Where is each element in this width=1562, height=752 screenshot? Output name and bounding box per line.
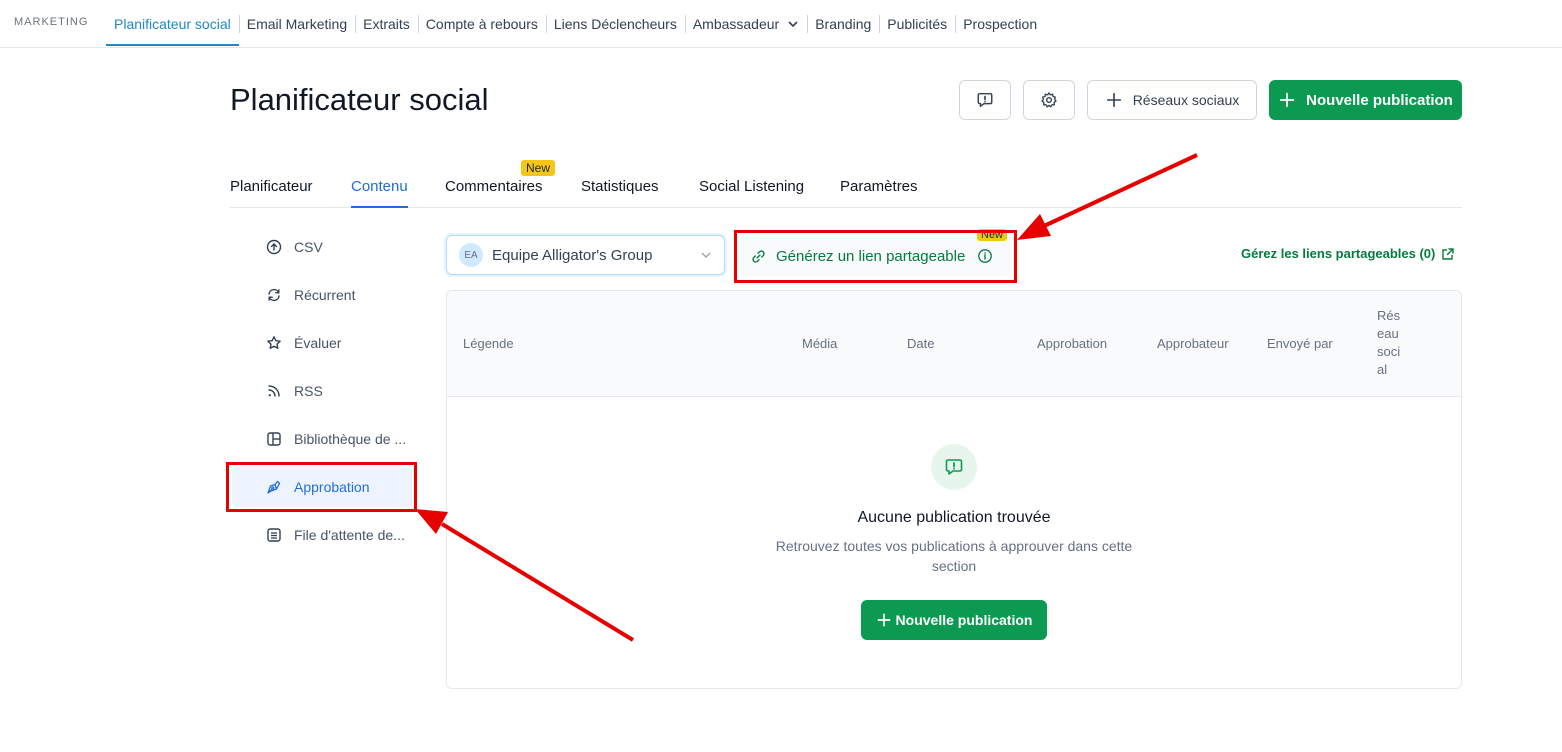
sidebar-item-label: Bibliothèque de ... [294,431,407,447]
nav-item-branding[interactable]: Branding [807,0,879,48]
sidebar-item-recurring[interactable]: Récurrent [232,275,412,315]
nav-item-prospecting[interactable]: Prospection [955,0,1045,48]
column-caption: Légende [463,336,514,351]
nav-item-snippets[interactable]: Extraits [355,0,418,48]
nav-item-trigger-links[interactable]: Liens Déclencheurs [545,0,685,48]
column-approver: Approbateur [1157,336,1229,351]
feedback-icon [977,92,993,108]
external-link-icon [1442,247,1455,260]
sidebar-item-label: Évaluer [294,335,342,351]
sidebar-item-queue[interactable]: File d'attente de... [232,515,412,555]
social-accounts-button[interactable]: Réseaux sociaux [1087,80,1257,120]
recurring-icon [268,288,280,302]
sidebar-item-csv[interactable]: CSV [232,227,412,267]
manage-share-links-link[interactable]: Gérez les liens partageables (0) [1241,246,1455,261]
feedback-button[interactable] [959,80,1011,120]
nav-item-email-marketing[interactable]: Email Marketing [238,0,355,48]
gear-icon [1041,92,1057,108]
sidebar-item-library[interactable]: Bibliothèque de ... [232,419,412,459]
nav-item-ads[interactable]: Publicités [879,0,955,48]
top-nav-items: Planificateur social Email Marketing Ext… [106,0,1045,48]
empty-new-post-label: Nouvelle publication [895,612,1033,628]
highlight-box-share-link [734,230,1017,283]
tab-statistics[interactable]: Statistiques [581,178,659,195]
column-approval: Approbation [1037,336,1108,351]
empty-state-icon [931,444,977,490]
sidebar-item-review[interactable]: Évaluer [232,323,412,363]
rss-icon [268,385,280,397]
content-tabs: Planificateur Contenu Commentaires New S… [230,160,1462,208]
sidebar-item-label: RSS [294,383,323,399]
empty-state-title: Aucune publication trouvée [857,509,1051,526]
empty-new-post-button[interactable]: Nouvelle publication [861,600,1047,640]
tab-content[interactable]: Contenu [351,178,408,208]
manage-links-label: Gérez les liens partageables (0) [1241,246,1436,261]
column-sent-by: Envoyé par [1267,336,1333,351]
new-post-button[interactable]: Nouvelle publication [1269,80,1462,120]
library-icon [267,432,281,446]
queue-list-icon [267,528,281,542]
table-header: Légende Média Date Approbation Approbate… [447,291,1461,397]
plus-icon [1106,92,1121,108]
nav-item-countdown[interactable]: Compte à rebours [417,0,546,48]
team-select-value: Equipe Alligator's Group [492,246,653,264]
column-media: Média [802,336,838,351]
empty-state-description: Retrouvez toutes vos publications à appr… [775,538,1133,574]
section-label: MARKETING [14,16,89,28]
settings-button[interactable] [1023,80,1075,120]
nav-item-ambassador[interactable]: Ambassadeur [684,0,807,48]
tab-comments[interactable]: Commentaires [445,178,543,195]
new-badge: New [521,160,556,176]
team-select[interactable]: EA Equipe Alligator's Group [446,235,725,275]
tab-settings[interactable]: Paramètres [840,178,918,195]
tab-planner[interactable]: Planificateur [230,178,313,195]
star-icon [267,336,281,349]
new-post-label: Nouvelle publication [1306,91,1453,109]
avatar: EA [459,243,483,267]
plus-icon [877,613,891,627]
upload-circle-icon [266,239,282,255]
column-social-network: Réseau social [1377,308,1401,377]
tab-social-listening[interactable]: Social Listening [699,178,804,195]
chevron-down-icon [701,252,711,258]
column-date: Date [907,336,935,351]
nav-item-social-planner[interactable]: Planificateur social [106,0,239,48]
plus-icon [1279,92,1295,108]
nav-item-ambassador-label: Ambassadeur [692,16,780,32]
top-navigation: MARKETING Planificateur social Email Mar… [0,0,1562,48]
sidebar-item-label: File d'attente de... [294,527,405,543]
sidebar-item-label: CSV [294,239,323,255]
page-title: Planificateur social [230,82,489,117]
feedback-icon [945,459,963,475]
sidebar-item-rss[interactable]: RSS [232,371,412,411]
chevron-down-icon [788,21,798,28]
highlight-box-approval [226,462,417,512]
social-accounts-label: Réseaux sociaux [1132,92,1240,108]
sidebar-item-label: Récurrent [294,287,356,303]
